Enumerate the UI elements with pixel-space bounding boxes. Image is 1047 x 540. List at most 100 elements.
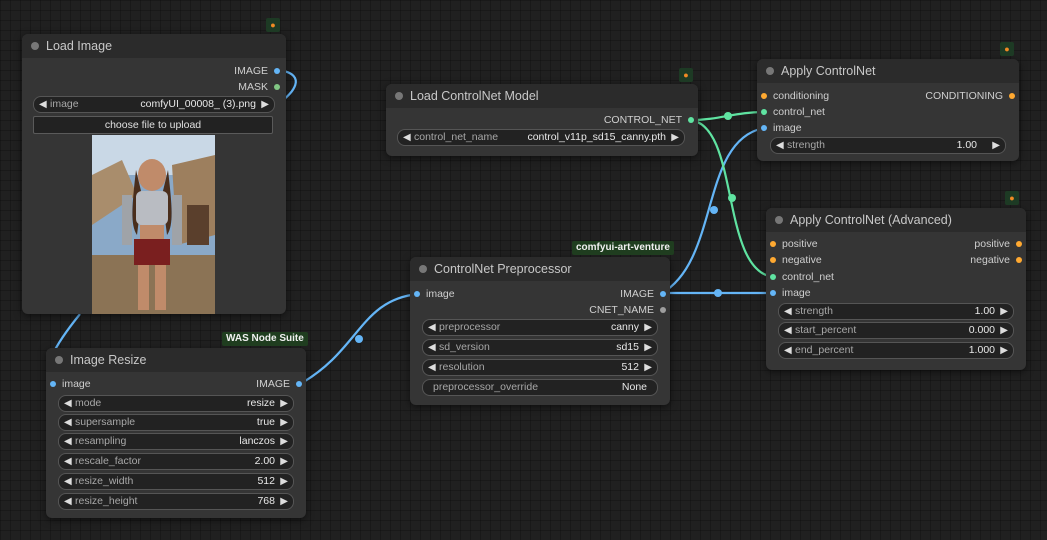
triangle-right-icon[interactable]: ▶ bbox=[644, 340, 652, 355]
output-conditioning[interactable]: CONDITIONING bbox=[925, 89, 1015, 103]
end-percent-widget[interactable]: ◀ end_percent 1.000 ▶ bbox=[778, 342, 1014, 359]
preprocessor-widget[interactable]: ◀ preprocessor canny ▶ bbox=[422, 319, 658, 336]
triangle-right-icon[interactable]: ▶ bbox=[1000, 343, 1008, 358]
output-pin[interactable] bbox=[296, 381, 302, 387]
node-controlnet-preprocessor[interactable]: ControlNet Preprocessor image IMAGE CNET… bbox=[410, 257, 670, 405]
input-conditioning[interactable]: conditioning bbox=[761, 89, 829, 103]
output-positive[interactable]: positive bbox=[974, 237, 1022, 251]
input-pin[interactable] bbox=[761, 93, 767, 99]
strength-widget[interactable]: ◀ strength 1.00 ▶ bbox=[770, 137, 1006, 154]
output-pin[interactable] bbox=[688, 117, 694, 123]
input-pin[interactable] bbox=[761, 109, 767, 115]
output-mask[interactable]: MASK bbox=[238, 80, 280, 94]
node-apply-controlnet-advanced[interactable]: Apply ControlNet (Advanced) positive neg… bbox=[766, 208, 1026, 370]
input-negative[interactable]: negative bbox=[770, 253, 822, 267]
control-net-name-widget[interactable]: ◀ control_net_name control_v11p_sd15_canny… bbox=[397, 129, 685, 146]
input-image[interactable]: image bbox=[414, 287, 455, 301]
input-pin[interactable] bbox=[50, 381, 56, 387]
triangle-left-icon[interactable]: ◀ bbox=[784, 343, 792, 358]
triangle-left-icon[interactable]: ◀ bbox=[403, 130, 411, 145]
triangle-right-icon[interactable]: ▶ bbox=[1000, 323, 1008, 338]
input-pin[interactable] bbox=[770, 290, 776, 296]
resolution-widget[interactable]: ◀ resolution 512 ▶ bbox=[422, 359, 658, 376]
node-title[interactable]: Load ControlNet Model bbox=[386, 84, 698, 108]
output-cnet-name[interactable]: CNET_NAME bbox=[589, 303, 666, 317]
triangle-left-icon[interactable]: ◀ bbox=[776, 138, 784, 153]
triangle-left-icon[interactable]: ◀ bbox=[64, 396, 72, 411]
sd-version-widget[interactable]: ◀ sd_version sd15 ▶ bbox=[422, 339, 658, 356]
input-image[interactable]: image bbox=[770, 286, 811, 300]
triangle-right-icon[interactable]: ▶ bbox=[280, 396, 288, 411]
reroute-dot[interactable] bbox=[728, 194, 736, 202]
input-pin[interactable] bbox=[770, 274, 776, 280]
triangle-left-icon[interactable]: ◀ bbox=[39, 97, 47, 112]
triangle-right-icon[interactable]: ▶ bbox=[280, 415, 288, 430]
triangle-right-icon[interactable]: ▶ bbox=[644, 360, 652, 375]
preprocessor-override-widget[interactable]: preprocessor_override None bbox=[422, 379, 658, 396]
node-apply-controlnet[interactable]: Apply ControlNet conditioning control_ne… bbox=[757, 59, 1019, 161]
start-percent-widget[interactable]: ◀ start_percent 0.000 ▶ bbox=[778, 322, 1014, 339]
input-positive[interactable]: positive bbox=[770, 237, 818, 251]
output-negative[interactable]: negative bbox=[970, 253, 1022, 267]
triangle-left-icon[interactable]: ◀ bbox=[428, 320, 436, 335]
node-title[interactable]: Load Image bbox=[22, 34, 286, 58]
input-image[interactable]: image bbox=[761, 121, 802, 135]
output-pin[interactable] bbox=[274, 84, 280, 90]
input-pin[interactable] bbox=[770, 257, 776, 263]
output-pin[interactable] bbox=[274, 68, 280, 74]
reroute-dot[interactable] bbox=[355, 335, 363, 343]
node-load-image[interactable]: Load Image IMAGE MASK ◀ image comfyUI_00… bbox=[22, 34, 286, 314]
triangle-left-icon[interactable]: ◀ bbox=[64, 454, 72, 469]
rescale-factor-widget[interactable]: ◀ rescale_factor 2.00 ▶ bbox=[58, 453, 294, 470]
node-title[interactable]: Image Resize bbox=[46, 348, 306, 372]
mode-widget[interactable]: ◀ mode resize ▶ bbox=[58, 395, 294, 412]
input-pin[interactable] bbox=[761, 125, 767, 131]
triangle-right-icon[interactable]: ▶ bbox=[671, 130, 679, 145]
output-image[interactable]: IMAGE bbox=[256, 377, 302, 391]
node-title[interactable]: ControlNet Preprocessor bbox=[410, 257, 670, 281]
triangle-right-icon[interactable]: ▶ bbox=[280, 454, 288, 469]
output-image[interactable]: IMAGE bbox=[620, 287, 666, 301]
reroute-dot[interactable] bbox=[714, 289, 722, 297]
triangle-left-icon[interactable]: ◀ bbox=[64, 494, 72, 509]
output-pin[interactable] bbox=[1016, 257, 1022, 263]
strength-widget[interactable]: ◀ strength 1.00 ▶ bbox=[778, 303, 1014, 320]
input-image[interactable]: image bbox=[50, 377, 91, 391]
node-image-resize[interactable]: Image Resize image IMAGE ◀ mode resize ▶ ◀ s… bbox=[46, 348, 306, 518]
triangle-right-icon[interactable]: ▶ bbox=[1000, 304, 1008, 319]
input-pin[interactable] bbox=[770, 241, 776, 247]
node-title[interactable]: Apply ControlNet bbox=[757, 59, 1019, 83]
triangle-right-icon[interactable]: ▶ bbox=[280, 474, 288, 489]
output-control-net[interactable]: CONTROL_NET bbox=[604, 113, 694, 127]
triangle-right-icon[interactable]: ▶ bbox=[280, 434, 288, 449]
output-image[interactable]: IMAGE bbox=[234, 64, 280, 78]
input-pin[interactable] bbox=[414, 291, 420, 297]
triangle-right-icon[interactable]: ▶ bbox=[644, 320, 652, 335]
output-pin[interactable] bbox=[1009, 93, 1015, 99]
output-pin[interactable] bbox=[1016, 241, 1022, 247]
reroute-dot[interactable] bbox=[710, 206, 718, 214]
triangle-left-icon[interactable]: ◀ bbox=[784, 323, 792, 338]
triangle-left-icon[interactable]: ◀ bbox=[784, 304, 792, 319]
triangle-left-icon[interactable]: ◀ bbox=[428, 360, 436, 375]
node-load-controlnet[interactable]: Load ControlNet Model CONTROL_NET ◀ contr… bbox=[386, 84, 698, 156]
output-pin[interactable] bbox=[660, 307, 666, 313]
triangle-left-icon[interactable]: ◀ bbox=[64, 474, 72, 489]
triangle-left-icon[interactable]: ◀ bbox=[64, 434, 72, 449]
triangle-left-icon[interactable]: ◀ bbox=[428, 340, 436, 355]
input-control-net[interactable]: control_net bbox=[770, 270, 834, 284]
node-title[interactable]: Apply ControlNet (Advanced) bbox=[766, 208, 1026, 232]
supersample-widget[interactable]: ◀ supersample true ▶ bbox=[58, 414, 294, 431]
reroute-dot[interactable] bbox=[724, 112, 732, 120]
image-select-widget[interactable]: ◀ image comfyUI_00008_ (3).png ▶ bbox=[33, 96, 275, 113]
resize-width-widget[interactable]: ◀ resize_width 512 ▶ bbox=[58, 473, 294, 490]
triangle-right-icon[interactable]: ▶ bbox=[280, 494, 288, 509]
resize-height-widget[interactable]: ◀ resize_height 768 ▶ bbox=[58, 493, 294, 510]
choose-file-button[interactable]: choose file to upload bbox=[33, 116, 273, 134]
resampling-widget[interactable]: ◀ resampling lanczos ▶ bbox=[58, 433, 294, 450]
output-pin[interactable] bbox=[660, 291, 666, 297]
input-control-net[interactable]: control_net bbox=[761, 105, 825, 119]
triangle-left-icon[interactable]: ◀ bbox=[64, 415, 72, 430]
triangle-right-icon[interactable]: ▶ bbox=[992, 138, 1000, 153]
triangle-right-icon[interactable]: ▶ bbox=[261, 97, 269, 112]
